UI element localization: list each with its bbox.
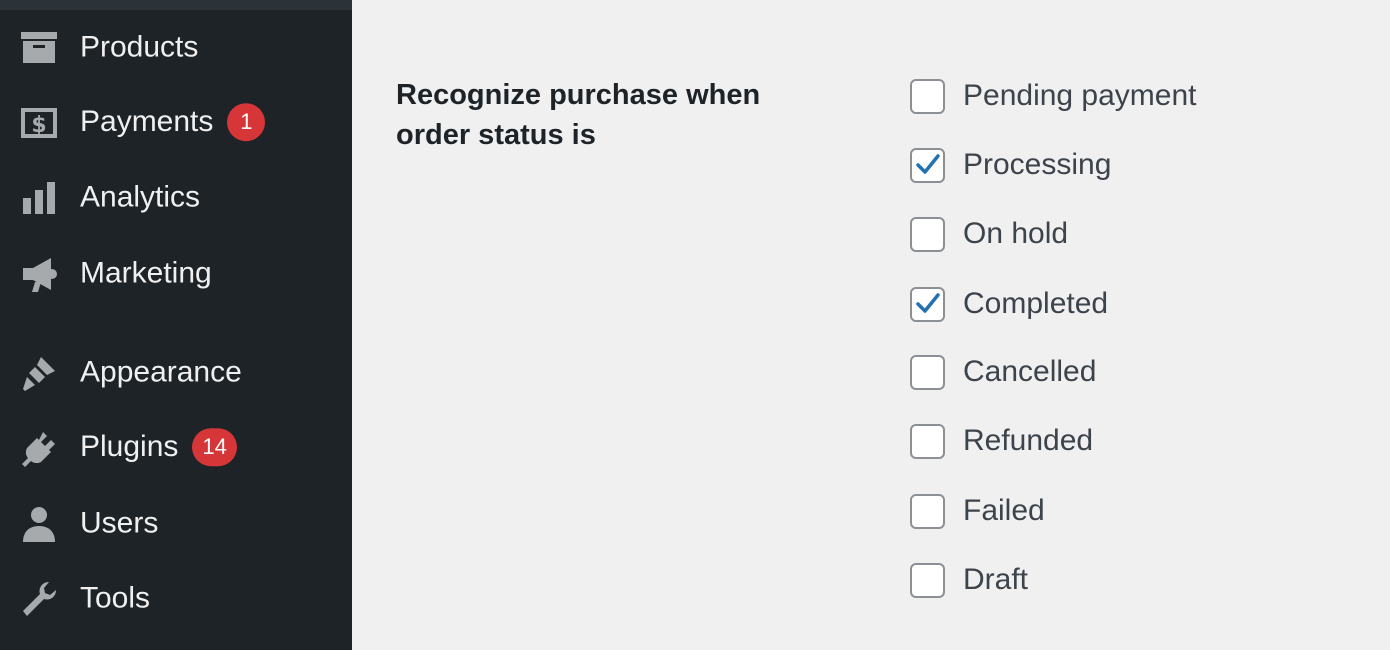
megaphone-icon <box>18 253 60 295</box>
sidebar-item-products[interactable]: Products <box>0 17 352 79</box>
sidebar-item-label: Products <box>80 30 199 64</box>
option-processing: Processing <box>910 145 1330 185</box>
notification-badge: 1 <box>227 103 266 142</box>
archive-icon <box>18 27 60 69</box>
option-refunded: Refunded <box>910 421 1330 461</box>
checkbox[interactable] <box>910 78 945 114</box>
sidebar-item-label: Tools <box>80 581 151 615</box>
sidebar-item-users[interactable]: Users <box>0 493 352 555</box>
sidebar-item-analytics[interactable]: Analytics <box>0 167 352 229</box>
sidebar-item-label: Marketing <box>80 256 212 290</box>
option-label: Refunded <box>963 424 1094 457</box>
settings-content: Recognize purchase when order status is … <box>352 0 1390 650</box>
option-label: Draft <box>963 563 1029 596</box>
plug-icon <box>18 427 60 469</box>
notification-badge: 14 <box>192 428 237 467</box>
sidebar-item-appearance[interactable]: Appearance <box>0 342 352 404</box>
checkbox[interactable] <box>910 147 945 183</box>
sidebar-item-marketing[interactable]: Marketing <box>0 243 352 305</box>
option-label: On hold <box>963 217 1069 250</box>
sidebar-item-plugins[interactable]: Plugins 14 <box>0 417 352 479</box>
option-completed: Completed <box>910 284 1330 324</box>
option-failed: Failed <box>910 491 1330 531</box>
option-label: Cancelled <box>963 355 1097 388</box>
option-label: Failed <box>963 494 1045 527</box>
sidebar-item-label: Appearance <box>80 355 242 389</box>
paintbrush-icon <box>18 352 60 394</box>
option-label: Pending payment <box>963 79 1197 112</box>
checkbox[interactable] <box>910 423 945 459</box>
admin-sidebar: Products $ Payments 1 Analytics Marketing… <box>0 0 352 650</box>
option-on-hold: On hold <box>910 214 1330 254</box>
option-label: Completed <box>963 287 1109 320</box>
checkbox[interactable] <box>910 216 945 252</box>
option-draft: Draft <box>910 560 1330 600</box>
checkbox[interactable] <box>910 354 945 390</box>
setting-field-label: Recognize purchase when order status is <box>396 79 761 151</box>
user-icon <box>18 503 60 545</box>
option-label: Processing <box>963 148 1112 181</box>
check-icon <box>915 154 940 174</box>
check-icon <box>915 293 940 313</box>
sidebar-item-label: Users <box>80 506 159 540</box>
checkbox[interactable] <box>910 286 945 322</box>
sidebar-item-label: Analytics <box>80 180 201 214</box>
checkbox[interactable] <box>910 562 945 598</box>
sidebar-item-label: Plugins <box>80 430 179 464</box>
sidebar-item-label: Payments <box>80 105 214 139</box>
sidebar-item-tools[interactable]: Tools <box>0 568 352 630</box>
sidebar-item-payments[interactable]: $ Payments 1 <box>0 92 352 154</box>
sidebar-top-strip <box>0 0 352 10</box>
checkbox[interactable] <box>910 493 945 529</box>
option-cancelled: Cancelled <box>910 352 1330 392</box>
wrench-icon <box>18 578 60 620</box>
svg-text:$: $ <box>31 113 46 138</box>
option-pending-payment: Pending payment <box>910 76 1330 116</box>
money-icon: $ <box>18 102 60 144</box>
bar-chart-icon <box>18 177 60 219</box>
